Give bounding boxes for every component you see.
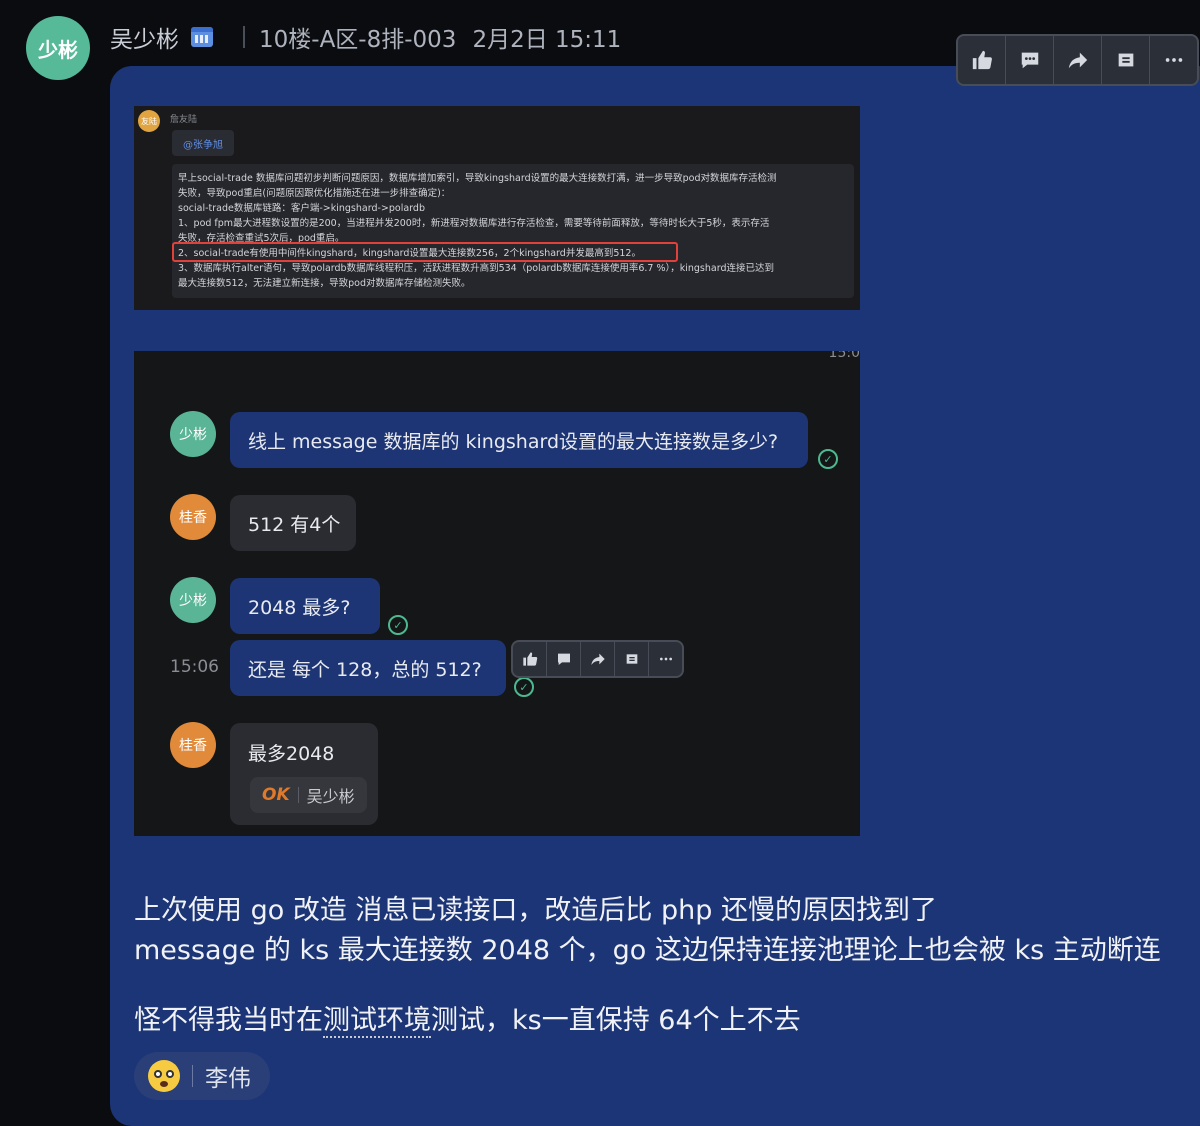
report-line: 1、pod fpm最大进程数设置的是200，当进程并发200时，新进程对数据库进…	[178, 218, 770, 229]
thumbs-up-icon[interactable]	[958, 36, 1006, 84]
read-check-icon: ✓	[514, 677, 534, 697]
chat-message: 512 有4个	[230, 495, 356, 551]
reaction-divider	[192, 1065, 193, 1087]
header-divider	[243, 26, 245, 48]
doc-link[interactable]: 测试环境	[323, 1005, 431, 1038]
avatar: 少彬	[170, 411, 216, 457]
avatar: 桂香	[170, 494, 216, 540]
report-line: 失败，导致pod重启(问题原因跟优化措施还在进一步排查确定)：	[178, 188, 451, 199]
chat-message: 还是 每个 128，总的 512?	[230, 640, 506, 696]
message-text-line: message 的 ks 最大连接数 2048 个，go 这边保持连接池理论上也…	[134, 935, 1161, 966]
astonished-face-icon	[148, 1060, 180, 1092]
avatar: 友陆	[138, 110, 160, 132]
report-line: social-trade数据库链路：客户端->kingshard->polard…	[178, 203, 425, 214]
more-icon	[649, 642, 682, 676]
ok-reaction: OK 吴少彬	[250, 777, 367, 813]
chat-message: 线上 message 数据库的 kingshard设置的最大连接数是多少?	[230, 412, 808, 468]
clipped-timestamp: 15:0	[828, 351, 860, 361]
report-line: 最大连接数512，无法建立新连接，导致pod对数据库存储检测失败。	[178, 278, 471, 289]
avatar: 桂香	[170, 722, 216, 768]
read-check-icon: ✓	[388, 615, 408, 635]
forward-icon[interactable]	[1054, 36, 1102, 84]
embedded-screenshot-incident[interactable]: 友陆 詹友陆 @张争旭 早上social-trade 数据库问题初步判断问题原因…	[134, 106, 860, 310]
comment-icon[interactable]	[1006, 36, 1054, 84]
message-action-toolbar	[956, 34, 1199, 86]
avatar: 少彬	[170, 577, 216, 623]
report-line: 早上social-trade 数据库问题初步判断问题原因，数据库增加索引，导致k…	[178, 173, 777, 184]
message-text: 测试，ks一直保持 64个上不去	[431, 1005, 801, 1036]
report-line: 3、数据库执行alter语句，导致polardb数据库线程积压，活跃进程数升高到…	[178, 263, 774, 274]
comment-icon	[547, 642, 581, 676]
chat-message: 2048 最多?	[230, 578, 380, 634]
pin-icon[interactable]	[1102, 36, 1150, 84]
sender-name: 詹友陆	[170, 115, 198, 125]
message-text: 怪不得我当时在	[134, 1005, 323, 1036]
message-timestamp: 15:06	[170, 657, 219, 677]
embedded-screenshot-chat[interactable]: 15:0 少彬 线上 message 数据库的 kingshard设置的最大连接…	[134, 351, 860, 836]
highlight-box	[172, 242, 678, 262]
sender-location: 10楼-A区-8排-003	[259, 27, 457, 53]
emoji-reaction[interactable]: 李伟	[134, 1052, 270, 1100]
forward-icon	[581, 642, 615, 676]
message-time: 2月2日 15:11	[472, 27, 622, 53]
message-text-line: 上次使用 go 改造 消息已读接口，改造后比 php 还慢的原因找到了	[134, 895, 937, 926]
sender-name[interactable]: 吴少彬	[110, 20, 179, 54]
message-text-line: 怪不得我当时在测试环境测试，ks一直保持 64个上不去	[134, 998, 801, 1038]
mention-tag: @张争旭	[172, 130, 234, 156]
calendar-icon	[191, 27, 213, 47]
sender-avatar[interactable]: 少彬	[26, 16, 90, 80]
read-check-icon: ✓	[818, 449, 838, 469]
reaction-user: 李伟	[205, 1066, 251, 1092]
reaction-user: 吴少彬	[306, 787, 355, 806]
ok-icon: OK	[262, 785, 290, 805]
embedded-action-toolbar	[511, 640, 684, 678]
message-header: 吴少彬 10楼-A区-8排-003 2月2日 15:11	[110, 20, 621, 54]
incident-report: 早上social-trade 数据库问题初步判断问题原因，数据库增加索引，导致k…	[172, 164, 854, 298]
reaction-divider	[297, 787, 299, 803]
more-icon[interactable]	[1150, 36, 1197, 84]
thumbs-up-icon	[513, 642, 547, 676]
pin-icon	[615, 642, 649, 676]
